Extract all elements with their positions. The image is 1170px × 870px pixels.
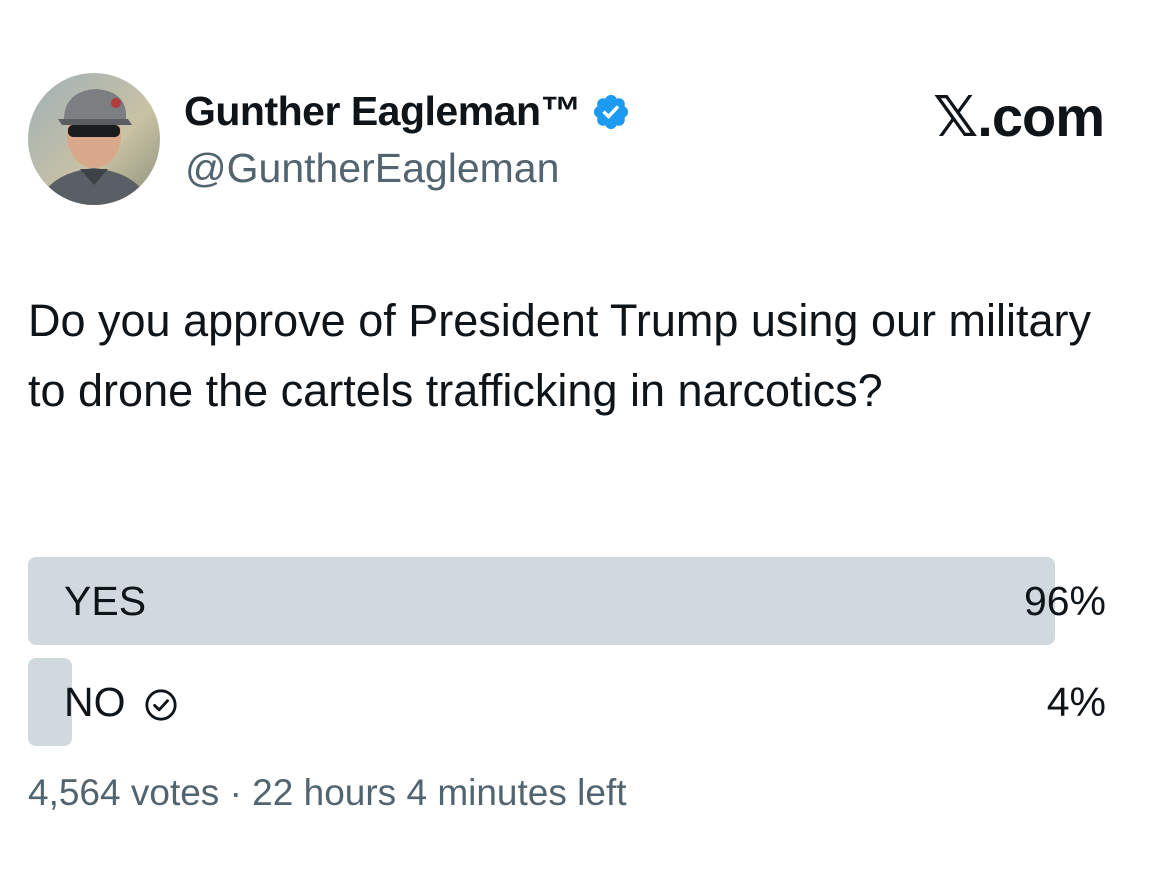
author-display-name[interactable]: Gunther Eagleman™ bbox=[184, 88, 631, 135]
poll-meta: 4,564 votes · 22 hours 4 minutes left bbox=[28, 772, 627, 813]
poll-option-yes[interactable]: YES 96% bbox=[28, 557, 1106, 645]
tweet-text: Do you approve of President Trump using … bbox=[28, 295, 1091, 416]
author-name-text: Gunther Eagleman™ bbox=[184, 88, 582, 134]
poll-option-no[interactable]: NO 4% bbox=[28, 658, 1106, 746]
poll-option-percent: 96% bbox=[1023, 577, 1106, 624]
avatar-image bbox=[28, 73, 160, 205]
x-com-brand: 𝕏.com bbox=[933, 85, 1105, 148]
verified-badge-icon bbox=[591, 92, 631, 132]
author-handle[interactable]: @GuntherEagleman bbox=[185, 145, 559, 192]
poll-bar-yes bbox=[28, 557, 1055, 645]
poll-option-label: NO bbox=[64, 678, 126, 725]
avatar[interactable] bbox=[28, 73, 160, 205]
poll-option-percent: 4% bbox=[1046, 678, 1106, 725]
selected-check-icon bbox=[144, 685, 178, 721]
poll-option-label: YES bbox=[64, 577, 147, 624]
